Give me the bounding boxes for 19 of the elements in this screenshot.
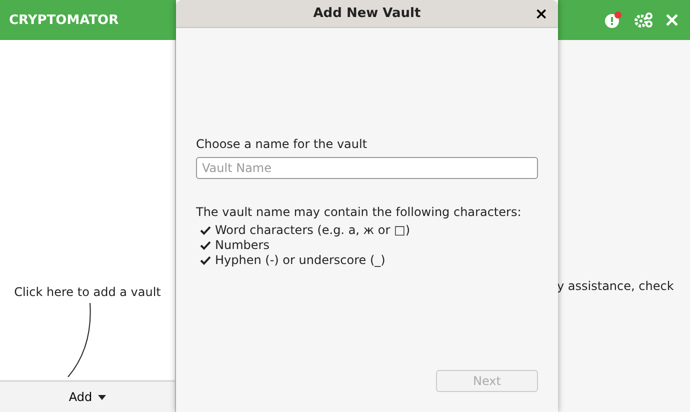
close-button[interactable]: ×: [532, 4, 550, 23]
check-icon: [200, 240, 211, 250]
caret-icon: [98, 394, 106, 400]
rule-item: Hyphen (-) or underscore (_): [215, 253, 386, 267]
add-button[interactable]: Add: [0, 380, 175, 412]
check-icon: [200, 226, 211, 234]
rule-item: Numbers: [215, 238, 270, 252]
help-text: y assistance, check: [557, 279, 674, 293]
field-label: Choose a name for the vault: [196, 137, 368, 151]
alert-icon[interactable]: [604, 11, 622, 29]
check-icon: [200, 256, 211, 264]
vault-name-field[interactable]: Vault Name: [196, 157, 538, 179]
rule-item: Word characters (e.g. a, ж or □): [215, 223, 410, 237]
close-icon[interactable]: [666, 14, 678, 26]
rules-text: The vault name may contain the following characters:: [196, 205, 522, 219]
app-title: CRYPTOMATOR: [9, 12, 119, 28]
settings-icon[interactable]: [634, 12, 654, 28]
dialog-title: Add New Vault: [313, 6, 421, 21]
hint-text: Click here to add a vault: [14, 285, 161, 299]
